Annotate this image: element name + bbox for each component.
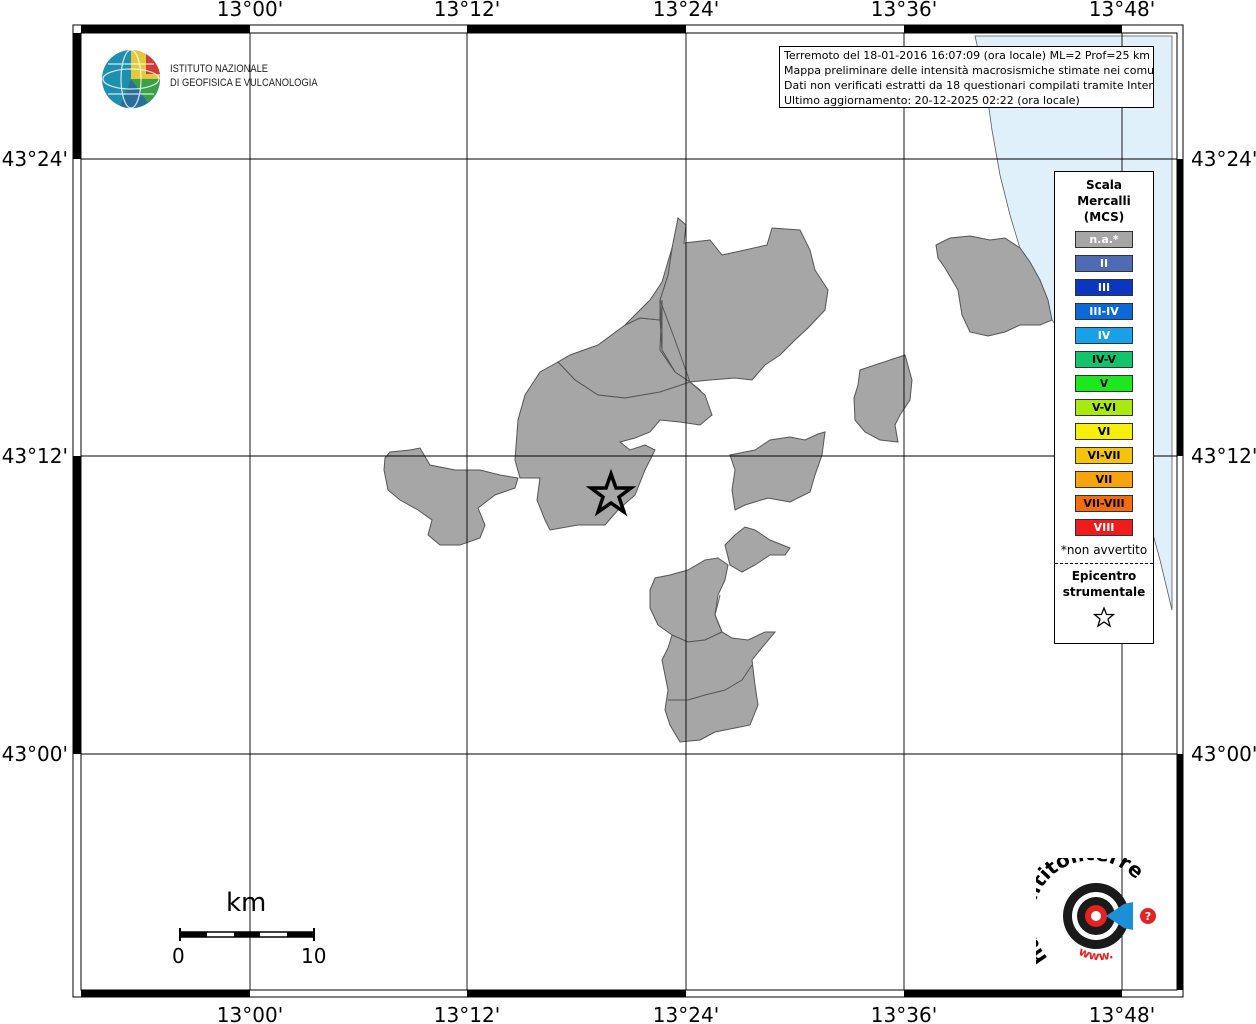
legend-swatch: III (1075, 279, 1133, 296)
municipality-west (383, 447, 519, 546)
scale-bar-seg-3 (287, 932, 314, 937)
top-lon-tick-5: 13°48' (1089, 0, 1155, 21)
legend-swatch: n.a.* (1075, 231, 1133, 248)
frame-bottom-band-1 (81, 990, 250, 997)
frame-top-band-1 (81, 25, 250, 33)
info-line-3: Dati non verificati estratti da 18 quest… (784, 79, 1154, 92)
info-line-2: Mappa preliminare delle intensità macros… (784, 64, 1154, 77)
left-lat-tick-1: 43°24' (2, 147, 68, 171)
municipality-south-small (724, 526, 791, 573)
top-lon-tick-4: 13°36' (871, 0, 937, 21)
legend-epicenter-label: Epicentro strumentale (1055, 568, 1153, 600)
top-lon-tick-1: 13°00' (217, 0, 283, 21)
frame-right-band-2 (1177, 754, 1183, 990)
frame-top-band-3 (904, 25, 1122, 33)
legend-swatch: IV (1075, 327, 1133, 344)
bottom-lon-tick-4: 13°36' (871, 1003, 937, 1024)
ingv-name-line2: DI GEOFISICA E VULCANOLOGIA (170, 77, 318, 89)
legend-epicenter-line1: Epicentro (1071, 569, 1137, 583)
scale-bar (179, 928, 315, 941)
legend-swatch: VII-VIII (1075, 495, 1133, 512)
scale-bar-end: 10 (301, 944, 327, 968)
left-lat-tick-3: 43°00' (2, 742, 68, 766)
hsit-seismo-icon: ? haisentitoilterremoto.it www. (1014, 839, 1156, 969)
legend-note: *non avvertito (1060, 543, 1148, 557)
scale-bar-unit: km (226, 888, 267, 918)
bottom-lon-tick-1: 13°00' (217, 1003, 283, 1024)
legend-title-line1: Scala (1085, 178, 1123, 192)
legend-swatch: VIII (1075, 519, 1133, 536)
frame-right-band-1 (1177, 159, 1183, 456)
legend-swatch: III-IV (1075, 303, 1133, 320)
bottom-lon-tick-2: 13°12' (434, 1003, 500, 1024)
legend-swatch: VI (1075, 423, 1133, 440)
top-lon-tick-3: 13°24' (653, 0, 719, 21)
scale-bar-seg-2 (234, 932, 260, 937)
municipality-far-east (853, 354, 913, 443)
legend-title-line2: Mercalli (1077, 194, 1131, 208)
right-lat-tick-2: 43°12' (1191, 444, 1256, 468)
svg-text:?: ? (1145, 910, 1151, 923)
info-line-1: Terremoto del 18-01-2016 16:07:09 (ora l… (784, 49, 1151, 62)
legend-title-line3: (MCS) (1083, 210, 1125, 224)
right-lat-tick-3: 43°00' (1191, 742, 1256, 766)
event-info-box: Terremoto del 18-01-2016 16:07:09 (ora l… (779, 46, 1154, 108)
frame-bottom-band-3 (904, 990, 1122, 997)
ingv-globe-icon (102, 49, 161, 109)
legend-swatch: II (1075, 255, 1133, 272)
bottom-lon-tick-3: 13°24' (653, 1003, 719, 1024)
frame-left-band-2 (73, 456, 81, 754)
legend-swatch: VII (1075, 471, 1133, 488)
legend-swatch: VI-VII (1075, 447, 1133, 464)
scale-bar-seg-1 (180, 932, 207, 937)
bottom-lon-tick-5: 13°48' (1089, 1003, 1155, 1024)
legend-swatch: V-VI (1075, 399, 1133, 416)
left-lat-tick-2: 43°12' (2, 444, 68, 468)
legend-title: Scala Mercalli (MCS) (1055, 177, 1153, 225)
legend-divider (1055, 563, 1153, 564)
municipality-south-upper (649, 557, 729, 643)
frame-top-band-2 (467, 25, 686, 33)
right-lat-tick-1: 43°24' (1191, 147, 1256, 171)
legend-items: n.a.* II III III-IV IV IV-V V V-VI VI VI-VII VII VI… (1055, 231, 1153, 536)
municipality-north (659, 217, 829, 383)
legend-swatch: IV-V (1075, 351, 1133, 368)
scale-bar-start: 0 (172, 944, 185, 968)
ingv-name: ISTITUTO NAZIONALE DI GEOFISICA E VULCAN… (170, 62, 318, 90)
ingv-name-line1: ISTITUTO NAZIONALE (170, 63, 269, 75)
mcs-legend: Scala Mercalli (MCS) n.a.* II III III-IV IV I… (1054, 171, 1154, 644)
info-line-4: Ultimo aggiornamento: 20-12-2025 02:22 (… (784, 94, 1080, 107)
legend-star-icon (1055, 606, 1153, 632)
municipality-polygons (383, 217, 1053, 743)
hsit-logo: ? haisentitoilterremoto.it www. (1014, 839, 1166, 978)
municipality-east (729, 431, 826, 511)
legend-epicenter-line2: strumentale (1062, 585, 1146, 599)
legend-swatch: V (1075, 375, 1133, 392)
municipality-south-lower (661, 631, 777, 743)
frame-bottom-band-2 (467, 990, 686, 997)
top-lon-tick-2: 13°12' (434, 0, 500, 21)
frame-left-band-1 (73, 33, 81, 159)
